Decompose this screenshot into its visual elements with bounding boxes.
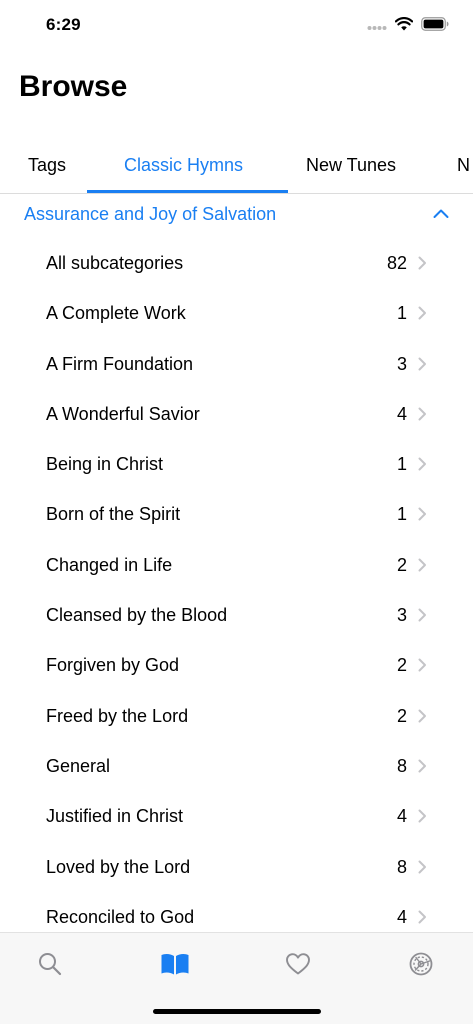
signal-icon bbox=[367, 18, 387, 36]
chevron-right-icon bbox=[418, 608, 427, 627]
list-item-count: 3 bbox=[396, 605, 407, 626]
list-item-count: 2 bbox=[396, 705, 407, 726]
list-item-count: 4 bbox=[396, 806, 407, 827]
list-item[interactable]: Freed by the Lord 2 bbox=[0, 692, 473, 742]
list-item[interactable]: Being in Christ 1 bbox=[0, 440, 473, 490]
list-item-count: 82 bbox=[386, 253, 407, 273]
list-item-count: 4 bbox=[396, 906, 407, 927]
list-item-label: A Firm Foundation bbox=[46, 353, 194, 374]
list-item-label: A Wonderful Savior bbox=[46, 403, 200, 424]
list-item-label: A Complete Work bbox=[46, 303, 186, 324]
chevron-right-icon bbox=[418, 910, 427, 929]
list-item-label: Loved by the Lord bbox=[46, 856, 191, 877]
tab-tags[interactable]: Tags bbox=[28, 155, 66, 176]
status-time: 6:29 bbox=[46, 15, 81, 34]
list-item[interactable]: A Wonderful Savior 4 bbox=[0, 390, 473, 440]
list-item-label: General bbox=[46, 755, 111, 776]
list-item-label: Being in Christ bbox=[46, 454, 164, 475]
list-item-count: 8 bbox=[396, 856, 407, 877]
chevron-up-icon[interactable] bbox=[433, 206, 449, 224]
list-item-count: 3 bbox=[396, 353, 407, 374]
list-item[interactable]: Cleansed by the Blood 3 bbox=[0, 591, 473, 641]
list-item[interactable]: Loved by the Lord 8 bbox=[0, 843, 473, 893]
list-item-count: 2 bbox=[396, 554, 407, 575]
page-title: Browse bbox=[19, 70, 128, 103]
category-title: Assurance and Joy of Salvation bbox=[24, 204, 277, 224]
list-item[interactable]: Reconciled to God 4 bbox=[0, 893, 473, 932]
list-item-label: Forgiven by God bbox=[46, 655, 180, 676]
list-item-count: 1 bbox=[396, 454, 407, 475]
list-item-label: Freed by the Lord bbox=[46, 705, 189, 726]
list-item[interactable]: General 8 bbox=[0, 742, 473, 792]
chevron-right-icon bbox=[418, 860, 427, 879]
tab-classic-hymns[interactable]: Classic Hymns bbox=[124, 155, 243, 176]
list-item[interactable]: A Firm Foundation 3 bbox=[0, 340, 473, 390]
heart-icon bbox=[285, 952, 311, 981]
status-icons bbox=[367, 17, 449, 36]
active-tab-indicator bbox=[87, 190, 288, 193]
list-item-count: 4 bbox=[396, 403, 407, 424]
list-item[interactable]: A Complete Work 1 bbox=[0, 289, 473, 339]
list-item[interactable]: Justified in Christ 4 bbox=[0, 792, 473, 842]
tab-next-partial[interactable]: N bbox=[457, 155, 470, 176]
list-item-count: 1 bbox=[396, 303, 407, 324]
category-tabs: Tags Classic Hymns New Tunes N bbox=[0, 140, 473, 194]
list-item-count: 1 bbox=[396, 504, 407, 525]
list-item[interactable]: All subcategories 82 bbox=[0, 239, 473, 289]
tab-bar-settings[interactable] bbox=[406, 951, 436, 981]
chevron-right-icon bbox=[418, 407, 427, 426]
chevron-right-icon bbox=[418, 558, 427, 577]
tab-bar-browse[interactable] bbox=[160, 951, 190, 981]
status-bar: 6:29 bbox=[0, 0, 473, 50]
wifi-icon bbox=[394, 17, 414, 36]
list-item[interactable]: Forgiven by God 2 bbox=[0, 641, 473, 691]
list-item-label: Changed in Life bbox=[46, 554, 173, 575]
chevron-right-icon bbox=[418, 709, 427, 728]
chevron-right-icon bbox=[418, 256, 427, 275]
home-indicator bbox=[153, 1009, 321, 1014]
chevron-right-icon bbox=[418, 809, 427, 828]
list-item-label: Born of the Spirit bbox=[46, 504, 181, 525]
tab-new-tunes[interactable]: New Tunes bbox=[306, 155, 396, 176]
book-icon bbox=[160, 952, 190, 981]
battery-icon bbox=[421, 17, 449, 36]
list-item-label: All subcategories bbox=[46, 253, 184, 273]
chevron-right-icon bbox=[418, 759, 427, 778]
list-item-label: Justified in Christ bbox=[46, 806, 184, 827]
category-header[interactable]: Assurance and Joy of Salvation bbox=[0, 194, 473, 236]
list-item-count: 2 bbox=[396, 655, 407, 676]
chevron-right-icon bbox=[418, 357, 427, 376]
chevron-right-icon bbox=[418, 658, 427, 677]
list-item[interactable]: Born of the Spirit 1 bbox=[0, 490, 473, 540]
list-item-count: 8 bbox=[396, 755, 407, 776]
list-item[interactable]: Changed in Life 2 bbox=[0, 541, 473, 591]
subcategory-list: All subcategories 82 A Complete Work 1 A F… bbox=[0, 239, 473, 932]
tab-bar-search[interactable] bbox=[35, 951, 65, 981]
chevron-right-icon bbox=[418, 507, 427, 526]
list-item-label: Reconciled to God bbox=[46, 906, 195, 927]
chevron-right-icon bbox=[418, 306, 427, 325]
settings-icon bbox=[407, 950, 435, 983]
search-icon bbox=[37, 951, 63, 982]
list-item-label: Cleansed by the Blood bbox=[46, 605, 228, 626]
chevron-right-icon bbox=[418, 457, 427, 476]
tab-bar-favorites[interactable] bbox=[283, 951, 313, 981]
